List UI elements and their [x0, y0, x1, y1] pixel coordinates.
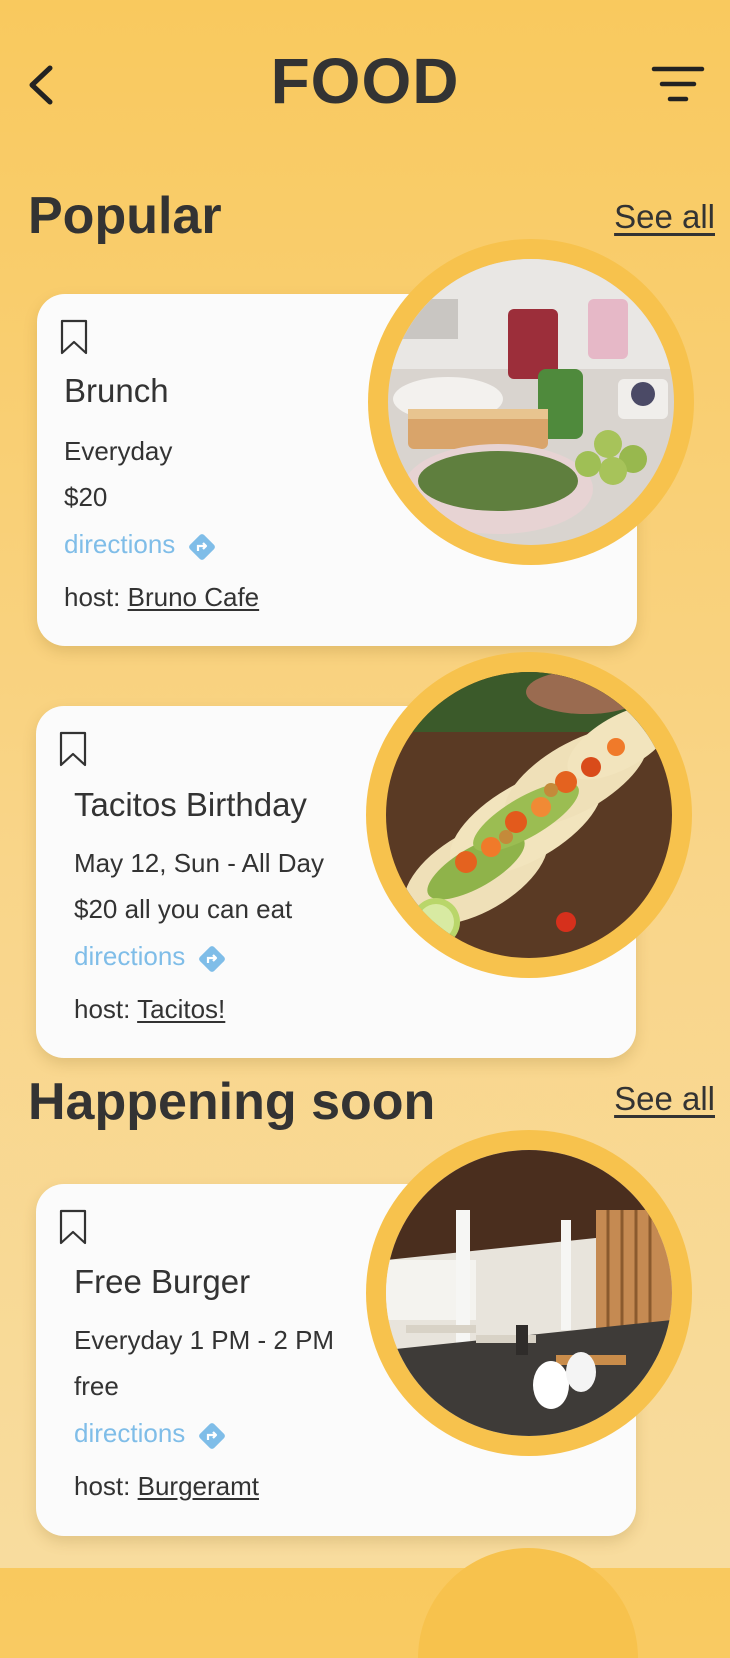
event-schedule: Everyday — [64, 436, 173, 466]
event-photo-frame — [368, 239, 694, 565]
directions-label: directions — [64, 528, 176, 559]
event-title: Tacitos Birthday — [74, 786, 307, 823]
directions-link[interactable]: directions — [74, 938, 227, 974]
filter-button[interactable] — [648, 62, 708, 106]
event-photo-frame — [366, 652, 692, 978]
page-title: FOOD — [270, 45, 460, 117]
directions-icon — [189, 534, 216, 560]
see-all-happening-soon-link[interactable]: See all — [614, 1080, 715, 1118]
host-link[interactable]: Tacitos! — [137, 994, 225, 1024]
host-label: host: — [74, 994, 131, 1024]
event-photo-frame — [366, 1130, 692, 1456]
host-label: host: — [64, 582, 121, 612]
event-price: $20 all you can eat — [74, 894, 293, 924]
directions-link[interactable]: directions — [74, 1415, 227, 1451]
event-host: host: Tacitos! — [74, 994, 225, 1025]
bookmark-icon[interactable] — [59, 318, 89, 356]
restaurant-interior-photo[interactable] — [386, 1150, 672, 1436]
event-title: Free Burger — [74, 1263, 251, 1300]
event-schedule: May 12, Sun - All Day — [74, 848, 324, 878]
event-price: free — [74, 1371, 119, 1401]
event-host: host: Bruno Cafe — [64, 582, 259, 613]
host-link[interactable]: Burgeramt — [138, 1471, 259, 1501]
event-price: $20 — [64, 482, 108, 512]
brunch-table-photo[interactable] — [388, 259, 674, 545]
host-label: host: — [74, 1471, 131, 1501]
event-title: Brunch — [64, 372, 169, 409]
section-title-popular: Popular — [28, 187, 222, 245]
bookmark-icon[interactable] — [58, 1208, 88, 1246]
see-all-popular-link[interactable]: See all — [614, 198, 715, 236]
filter-icon — [651, 66, 705, 102]
section-title-happening-soon: Happening soon — [28, 1073, 436, 1131]
next-event-photo-frame — [418, 1548, 638, 1658]
tacos-photo[interactable] — [386, 672, 672, 958]
event-schedule: Everyday 1 PM - 2 PM — [74, 1325, 335, 1355]
app-header: FOOD — [0, 0, 730, 160]
directions-icon — [199, 946, 226, 972]
host-link[interactable]: Bruno Cafe — [128, 582, 260, 612]
directions-icon — [199, 1423, 226, 1449]
directions-label: directions — [74, 940, 186, 971]
directions-label: directions — [74, 1417, 186, 1448]
bookmark-icon[interactable] — [58, 730, 88, 768]
event-host: host: Burgeramt — [74, 1471, 259, 1502]
directions-link[interactable]: directions — [64, 526, 217, 562]
